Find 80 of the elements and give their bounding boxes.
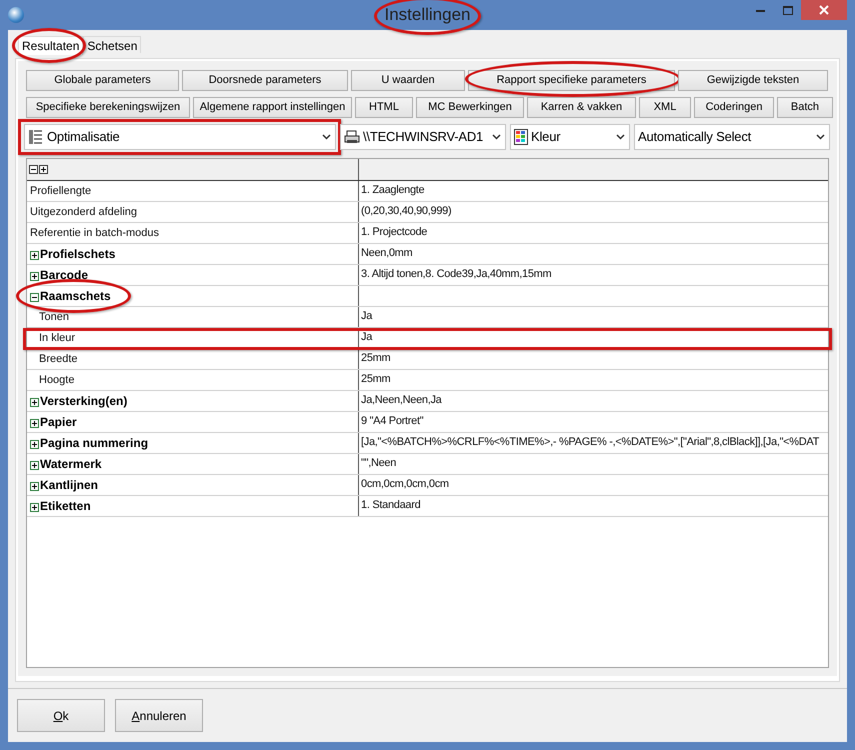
property-label: Breedte xyxy=(39,352,78,367)
dialog-button[interactable]: Annuleren xyxy=(115,699,203,732)
property-category: Versterking(en) xyxy=(40,394,128,408)
property-category: Profielschets xyxy=(40,247,116,261)
property-category: Pagina nummering xyxy=(40,436,148,450)
expand-icon[interactable] xyxy=(30,440,39,449)
property-value: Neen,0mm xyxy=(361,246,412,261)
property-value: 1. Zaaglengte xyxy=(361,183,424,198)
property-value: 3. Altijd tonen,8. Code39,Ja,40mm,15mm xyxy=(361,267,552,282)
property-value: 1. Projectcode xyxy=(361,225,428,240)
property-value: 25mm xyxy=(361,372,390,387)
expand-icon[interactable] xyxy=(30,251,39,260)
expand-icon[interactable] xyxy=(30,398,39,407)
tab[interactable]: Resultaten xyxy=(18,36,84,55)
collapse-icon[interactable] xyxy=(30,293,39,302)
printer-icon xyxy=(344,130,360,144)
dropdown-value: Automatically Select xyxy=(638,128,752,146)
property-category: Kantlijnen xyxy=(40,478,98,492)
toolbar-button[interactable]: Globale parameters xyxy=(26,70,179,91)
chevron-down-icon xyxy=(816,134,825,140)
toolbar-button[interactable]: Batch xyxy=(777,96,833,118)
toolbar-button[interactable]: U waarden xyxy=(351,70,465,91)
property-value: Ja xyxy=(361,309,372,324)
toolbar-button[interactable]: HTML xyxy=(355,96,413,118)
dropdown-value: Optimalisatie xyxy=(47,128,121,146)
expand-icon[interactable] xyxy=(30,482,39,491)
property-category: Watermerk xyxy=(40,457,102,471)
toolbar-button[interactable]: Karren & vakken xyxy=(527,96,636,118)
tab[interactable]: Schetsen xyxy=(83,36,142,53)
toolbar-button[interactable]: Coderingen xyxy=(694,96,774,118)
toolbar-button[interactable]: Doorsnede parameters xyxy=(182,70,348,91)
expand-icon[interactable] xyxy=(30,461,39,470)
toolbar-button[interactable]: Specifieke berekeningswijzen xyxy=(26,96,190,118)
property-label: Uitgezonderd afdeling xyxy=(30,204,138,220)
toolbar-button[interactable]: Algemene rapport instellingen xyxy=(193,96,352,118)
toolbar-button[interactable]: XML xyxy=(639,96,691,118)
property-value: Ja xyxy=(361,330,372,345)
property-category: Papier xyxy=(40,415,77,429)
toolbar-button[interactable]: Gewijzigde teksten xyxy=(678,70,828,91)
property-label: Tonen xyxy=(39,310,69,325)
property-label: In kleur xyxy=(39,330,76,346)
toolbar-button[interactable]: Rapport specifieke parameters xyxy=(468,70,675,91)
window-title: Instellingen xyxy=(384,5,470,24)
list-icon xyxy=(28,129,44,145)
property-category: Raamschets xyxy=(40,289,111,303)
close-icon xyxy=(819,5,829,15)
property-value: "",Neen xyxy=(361,456,396,471)
property-category: Barcode xyxy=(40,268,88,282)
maximize-icon xyxy=(782,6,792,14)
property-category: Etiketten xyxy=(40,499,91,513)
chevron-down-icon xyxy=(322,134,331,140)
dropdown[interactable]: Optimalisatie xyxy=(24,124,336,150)
dropdown-value: \\TECHWINSRV-AD1 xyxy=(363,128,484,146)
property-value: 1. Standaard xyxy=(361,498,420,513)
property-label: Referentie in batch-modus xyxy=(30,226,160,241)
property-value: 9 "A4 Portret" xyxy=(361,414,424,429)
dropdown-value: Kleur xyxy=(531,128,562,146)
dropdown[interactable]: Automatically Select xyxy=(634,124,830,150)
toolbar-button[interactable]: MC Bewerkingen xyxy=(416,96,524,118)
chevron-down-icon xyxy=(492,134,501,140)
dialog-button[interactable]: Ok xyxy=(17,699,105,732)
close-button[interactable] xyxy=(801,0,847,20)
property-value: [Ja,"<%BATCH%>%CRLF%<%TIME%>,- %PAGE% -,<%DATE%>",["Arial",8,clBlack]],[Ja,"<%DAT xyxy=(361,435,820,450)
property-value: 0cm,0cm,0cm,0cm xyxy=(361,477,449,492)
color-palette-icon xyxy=(514,129,528,145)
expand-icon[interactable] xyxy=(30,503,39,512)
property-label: Profiellengte xyxy=(30,184,92,199)
dropdown[interactable]: Kleur xyxy=(510,124,630,150)
property-value: Ja,Neen,Neen,Ja xyxy=(361,393,442,408)
dropdown[interactable]: \\TECHWINSRV-AD1 xyxy=(340,124,506,150)
minimize-icon xyxy=(756,8,765,12)
property-label: Hoogte xyxy=(39,372,74,388)
expand-all-icon[interactable] xyxy=(39,165,48,174)
chevron-down-icon xyxy=(616,134,625,140)
property-value: (0,20,30,40,90,999) xyxy=(361,204,452,219)
expand-icon[interactable] xyxy=(30,419,39,428)
collapse-all-icon[interactable] xyxy=(29,165,38,174)
app-icon xyxy=(8,7,24,23)
expand-icon[interactable] xyxy=(30,272,39,281)
property-value: 25mm xyxy=(361,351,390,366)
